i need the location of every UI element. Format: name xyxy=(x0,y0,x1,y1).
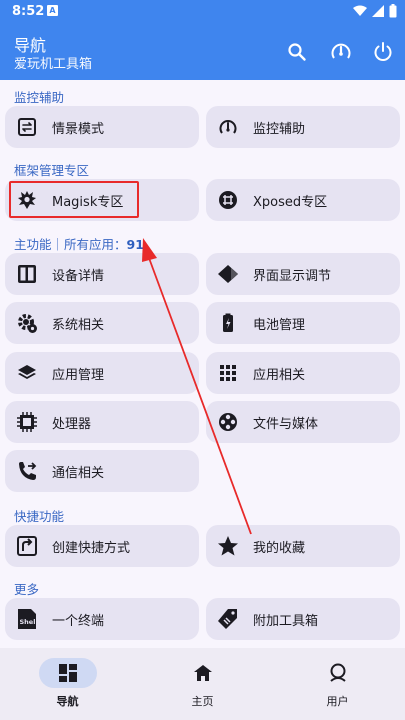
nav-label: 用户 xyxy=(326,695,349,708)
nav-tab-navigation[interactable]: 导航 xyxy=(0,648,135,720)
signal-icon xyxy=(372,5,384,17)
power-button[interactable] xyxy=(367,36,399,68)
nav-label: 导航 xyxy=(56,695,79,708)
card-label: 我的收藏 xyxy=(253,540,306,556)
card-xposed[interactable]: Xposed专区 xyxy=(206,179,400,221)
svg-text:Shell: Shell xyxy=(20,618,38,626)
cpu-icon xyxy=(16,411,38,433)
card-favorites[interactable]: 我的收藏 xyxy=(206,525,400,567)
card-label: 情景模式 xyxy=(52,121,105,137)
card-label: 一个终端 xyxy=(52,613,105,629)
section-title-more: 更多 xyxy=(14,582,40,597)
bottom-nav: 导航 主页 用户 xyxy=(0,648,405,720)
nav-pill xyxy=(174,658,232,688)
power-icon xyxy=(374,42,392,61)
shell-icon: Shell xyxy=(16,608,38,630)
card-scene-mode[interactable]: 情景模式 xyxy=(5,106,199,148)
app-count: 91 xyxy=(126,237,144,252)
speed-button[interactable] xyxy=(325,36,357,68)
tag-icon xyxy=(217,608,239,630)
section-title-monitor: 监控辅助 xyxy=(14,90,65,105)
section-title-main: 主功能｜所有应用：91 xyxy=(14,234,144,253)
search-button[interactable] xyxy=(281,36,313,68)
gauge-icon xyxy=(217,116,239,138)
battery-icon xyxy=(389,4,397,18)
nav-pill xyxy=(38,658,97,688)
card-extra-tools[interactable]: 附加工具箱 xyxy=(206,598,400,640)
card-system[interactable]: 系统相关 xyxy=(5,302,199,344)
card-label: 应用相关 xyxy=(253,367,306,383)
card-label: Magisk专区 xyxy=(52,194,124,210)
nav-label: 主页 xyxy=(191,695,214,708)
film-reel-icon xyxy=(217,411,239,433)
search-icon xyxy=(288,43,306,61)
section-title-framework: 框架管理专区 xyxy=(14,163,90,178)
card-display-tune[interactable]: 界面显示调节 xyxy=(206,253,400,295)
card-label: 设备详情 xyxy=(52,268,105,284)
card-device-info[interactable]: 设备详情 xyxy=(5,253,199,295)
card-terminal[interactable]: Shell 一个终端 xyxy=(5,598,199,640)
apps-grid-icon xyxy=(217,362,239,384)
dashboard-icon xyxy=(58,664,77,682)
home-icon xyxy=(193,665,212,681)
card-battery[interactable]: 电池管理 xyxy=(206,302,400,344)
display-icon xyxy=(217,263,239,285)
card-label: 应用管理 xyxy=(52,367,105,383)
status-icons xyxy=(353,4,397,18)
speedometer-icon xyxy=(331,43,351,59)
wifi-icon xyxy=(353,5,367,16)
card-magisk[interactable]: Magisk专区 xyxy=(5,179,199,221)
card-monitor-assist[interactable]: 监控辅助 xyxy=(206,106,400,148)
card-label: Xposed专区 xyxy=(253,194,328,210)
status-bar: 8:52 A xyxy=(0,0,405,24)
app-bar: 导航 爱玩机工具箱 xyxy=(0,24,405,80)
section-title-shortcut: 快捷功能 xyxy=(14,509,65,524)
card-label: 监控辅助 xyxy=(253,121,306,137)
star-icon xyxy=(217,535,239,557)
card-label: 处理器 xyxy=(52,416,92,432)
shortcut-icon xyxy=(16,535,38,557)
swap-icon xyxy=(16,116,38,138)
notification-badge: A xyxy=(47,5,58,16)
card-create-shortcut[interactable]: 创建快捷方式 xyxy=(5,525,199,567)
card-label: 创建快捷方式 xyxy=(52,540,131,556)
xposed-icon xyxy=(217,189,239,211)
phone-forward-icon xyxy=(16,460,38,482)
layers-icon xyxy=(16,362,38,384)
device-icon xyxy=(16,263,38,285)
status-time: 8:52 xyxy=(12,4,45,19)
main-title-prefix: 主功能｜所有应用： xyxy=(14,237,127,252)
card-label: 界面显示调节 xyxy=(253,268,332,284)
card-communication[interactable]: 通信相关 xyxy=(5,450,199,492)
card-app-related[interactable]: 应用相关 xyxy=(206,352,400,394)
card-label: 附加工具箱 xyxy=(253,613,319,629)
card-app-manage[interactable]: 应用管理 xyxy=(5,352,199,394)
user-icon xyxy=(329,663,346,682)
card-label: 通信相关 xyxy=(52,465,105,481)
magisk-icon xyxy=(16,189,38,211)
card-files-media[interactable]: 文件与媒体 xyxy=(206,401,400,443)
nav-pill xyxy=(309,658,367,688)
app-subtitle: 爱玩机工具箱 xyxy=(14,57,93,72)
card-label: 文件与媒体 xyxy=(253,416,319,432)
nav-tab-user[interactable]: 用户 xyxy=(270,648,405,720)
nav-tab-home[interactable]: 主页 xyxy=(135,648,270,720)
card-label: 电池管理 xyxy=(253,317,306,333)
gear-icon xyxy=(16,312,38,334)
card-label: 系统相关 xyxy=(52,317,105,333)
card-processor[interactable]: 处理器 xyxy=(5,401,199,443)
battery-charging-icon xyxy=(217,312,239,334)
